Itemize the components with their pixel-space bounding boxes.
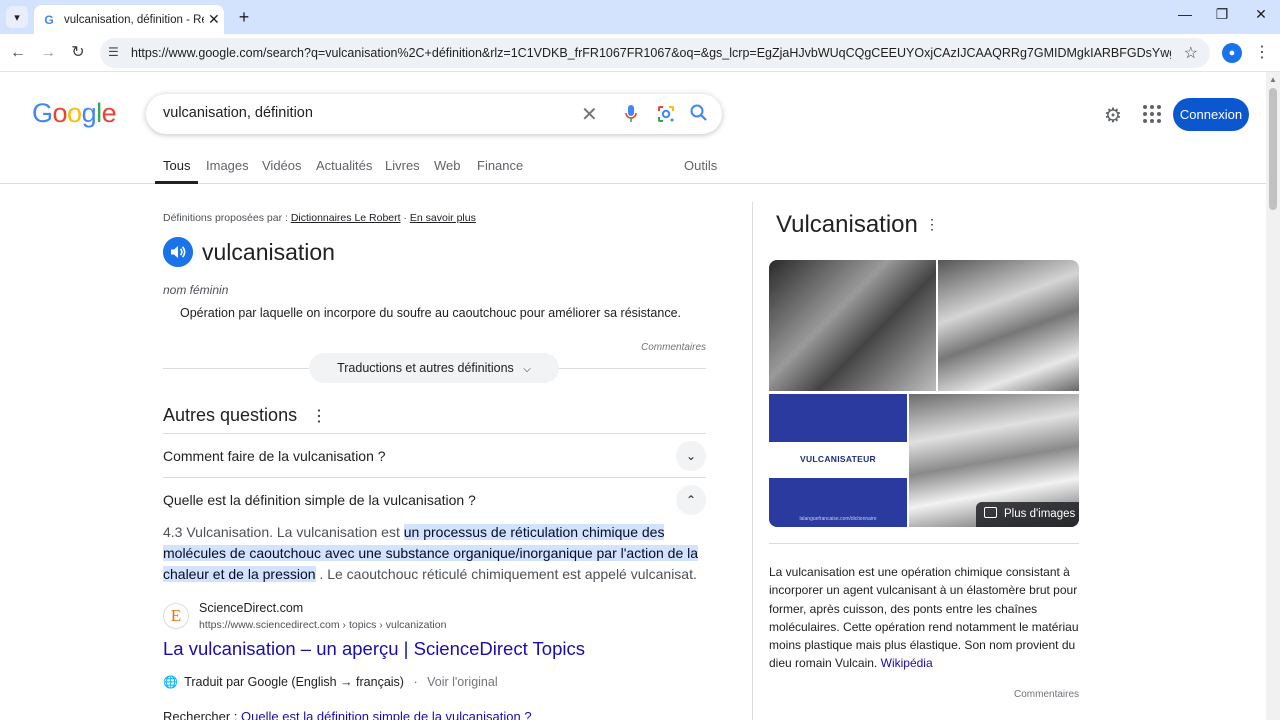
page-scrollbar[interactable]: ▲ bbox=[1266, 72, 1280, 720]
search-suggestion-link[interactable]: Quelle est la définition simple de la vu… bbox=[241, 709, 532, 720]
tab-actualites[interactable]: Actualités bbox=[316, 158, 372, 173]
profile-avatar-icon[interactable]: ● bbox=[1222, 43, 1242, 63]
question-text[interactable]: Quelle est la définition simple de la vu… bbox=[163, 492, 476, 508]
dictionary-attribution: Définitions proposées par : Dictionnaire… bbox=[163, 212, 476, 224]
source-url[interactable]: https://www.sciencedirect.com › topics ›… bbox=[199, 619, 446, 631]
browser-tabbar: ▾ G vulcanisation, définition - Recherch… bbox=[0, 0, 1280, 34]
panel-hr bbox=[769, 543, 1079, 544]
dictionary-definition: Opération par laquelle on incorpore du s… bbox=[180, 306, 681, 320]
search-box[interactable]: vulcanisation, définition ✕ bbox=[146, 94, 722, 134]
question-text[interactable]: Comment faire de la vulcanisation ? bbox=[163, 448, 386, 464]
reload-icon[interactable]: ↻ bbox=[67, 42, 89, 64]
image-small-text: lalanguefrancaise.com/dictionnaire bbox=[799, 516, 877, 522]
expanded-answer: 4.3 Vulcanisation. La vulcanisation est … bbox=[163, 522, 708, 585]
translation-note: 🌐 Traduit par Google (English → français… bbox=[163, 675, 498, 689]
attribution-prefix: Définitions proposées par : bbox=[163, 212, 288, 224]
site-settings-icon[interactable]: ☰ bbox=[108, 45, 119, 59]
scroll-thumb[interactable] bbox=[1269, 88, 1277, 210]
knowledge-panel-title: Vulcanisation bbox=[776, 211, 918, 238]
url-text[interactable]: https://www.google.com/search?q=vulcanis… bbox=[131, 46, 1171, 60]
knowledge-panel-description: La vulcanisation est une opération chimi… bbox=[769, 563, 1079, 673]
search-tabs: Tous Images Vidéos Actualités Livres Web… bbox=[0, 150, 1266, 184]
more-images-label: Plus d'images bbox=[1004, 508, 1076, 520]
answer-prefix: 4.3 Vulcanisation. La vulcanisation est bbox=[163, 524, 404, 540]
search-prefix: Rechercher : bbox=[163, 709, 238, 720]
result-title-link[interactable]: La vulcanisation – un aperçu | ScienceDi… bbox=[163, 638, 585, 660]
minimize-icon[interactable]: — bbox=[1170, 6, 1200, 22]
dictionary-comments-link[interactable]: Commentaires bbox=[641, 342, 706, 353]
separator-dot: · bbox=[413, 675, 418, 689]
vulcanisation-image-2[interactable] bbox=[938, 260, 1079, 391]
search-suggestion: Rechercher : Quelle est la définition si… bbox=[163, 709, 532, 720]
address-bar[interactable]: ☰ https://www.google.com/search?q=vulcan… bbox=[100, 38, 1210, 68]
tools-button[interactable]: Outils bbox=[684, 158, 717, 173]
translated-by: Traduit par Google (English → français) bbox=[184, 675, 404, 689]
tab-web[interactable]: Web bbox=[434, 158, 461, 173]
chevron-up-icon[interactable]: ⌃ bbox=[676, 485, 706, 515]
bookmark-star-icon[interactable]: ☆ bbox=[1184, 43, 1198, 63]
learn-more-link[interactable]: En savoir plus bbox=[410, 212, 476, 224]
new-tab-plus-icon[interactable]: + bbox=[234, 7, 254, 28]
settings-gear-icon[interactable]: ⚙ bbox=[1104, 103, 1122, 128]
sign-in-button[interactable]: Connexion bbox=[1173, 98, 1249, 131]
tab-title: vulcanisation, définition - Recherche Go… bbox=[64, 13, 204, 26]
browser-toolbar: ← → ↻ ☰ https://www.google.com/search?q=… bbox=[0, 34, 1280, 72]
google-favicon-icon: G bbox=[44, 12, 54, 27]
tab-images[interactable]: Images bbox=[206, 158, 249, 173]
translations-label: Traductions et autres définitions bbox=[337, 361, 514, 375]
image-label: VULCANISATEUR bbox=[800, 454, 876, 464]
vulcanisation-image-3[interactable]: VULCANISATEUR lalanguefrancaise.com/dict… bbox=[769, 394, 907, 527]
sciencedirect-favicon-icon: E bbox=[163, 603, 189, 629]
browser-menu-icon[interactable]: ⋮ bbox=[1254, 42, 1270, 62]
microphone-icon[interactable] bbox=[624, 104, 638, 124]
panel-comments-link[interactable]: Commentaires bbox=[1014, 689, 1079, 700]
search-results-page: Google vulcanisation, définition ✕ ⚙ Con… bbox=[0, 72, 1266, 720]
translate-icon: 🌐 bbox=[163, 675, 178, 689]
tab-close-icon[interactable]: ✕ bbox=[208, 11, 220, 28]
google-apps-grid-icon[interactable] bbox=[1143, 105, 1161, 123]
related-question-1[interactable]: Comment faire de la vulcanisation ? ⌄ bbox=[163, 433, 706, 477]
chevron-down-icon: ⌵ bbox=[523, 364, 531, 375]
restore-icon[interactable]: ❐ bbox=[1207, 6, 1237, 23]
forward-arrow-icon[interactable]: → bbox=[37, 42, 59, 64]
chevron-down-icon[interactable]: ⌄ bbox=[676, 441, 706, 471]
description-text: La vulcanisation est une opération chimi… bbox=[769, 565, 1079, 671]
part-of-speech: nom féminin bbox=[163, 283, 229, 297]
translations-button[interactable]: Traductions et autres définitions ⌵ bbox=[309, 353, 559, 383]
dictionary-word: vulcanisation bbox=[202, 239, 335, 265]
clear-search-icon[interactable]: ✕ bbox=[581, 102, 598, 127]
google-lens-icon[interactable] bbox=[656, 104, 676, 124]
wikipedia-link[interactable]: Wikipédia bbox=[881, 656, 933, 670]
source-name[interactable]: ScienceDirect.com bbox=[199, 601, 303, 615]
image-icon bbox=[984, 507, 997, 518]
tab-finance[interactable]: Finance bbox=[477, 158, 523, 173]
browser-tab-active[interactable]: G vulcanisation, définition - Recherche … bbox=[34, 5, 224, 34]
scroll-up-icon[interactable]: ▲ bbox=[1269, 75, 1277, 84]
view-original-link[interactable]: Voir l'original bbox=[427, 675, 497, 689]
more-options-icon[interactable]: ⋮ bbox=[925, 216, 939, 233]
attribution-separator: · bbox=[403, 212, 407, 224]
pronunciation-speaker-icon[interactable] bbox=[163, 237, 193, 267]
answer-suffix: . Le caoutchouc réticulé chimiquement es… bbox=[315, 566, 697, 582]
search-input[interactable]: vulcanisation, définition bbox=[163, 105, 313, 121]
google-logo[interactable]: Google bbox=[32, 98, 117, 129]
related-questions-heading: Autres questions bbox=[163, 405, 298, 425]
related-question-2[interactable]: Quelle est la définition simple de la vu… bbox=[163, 477, 706, 521]
search-icon[interactable] bbox=[689, 103, 709, 123]
provider-link[interactable]: Dictionnaires Le Robert bbox=[291, 212, 401, 224]
more-images-button[interactable]: Plus d'images bbox=[976, 502, 1079, 527]
tab-search-chevron-icon[interactable]: ▾ bbox=[6, 6, 28, 28]
tab-videos[interactable]: Vidéos bbox=[262, 158, 302, 173]
tab-livres[interactable]: Livres bbox=[385, 158, 420, 173]
tab-tous[interactable]: Tous bbox=[155, 158, 199, 184]
vulcanisation-image-1[interactable] bbox=[769, 260, 936, 391]
window-close-icon[interactable]: ✕ bbox=[1246, 6, 1276, 23]
back-arrow-icon[interactable]: ← bbox=[7, 42, 29, 64]
panel-divider bbox=[752, 202, 753, 720]
more-options-icon[interactable]: ⋮ bbox=[311, 406, 327, 426]
